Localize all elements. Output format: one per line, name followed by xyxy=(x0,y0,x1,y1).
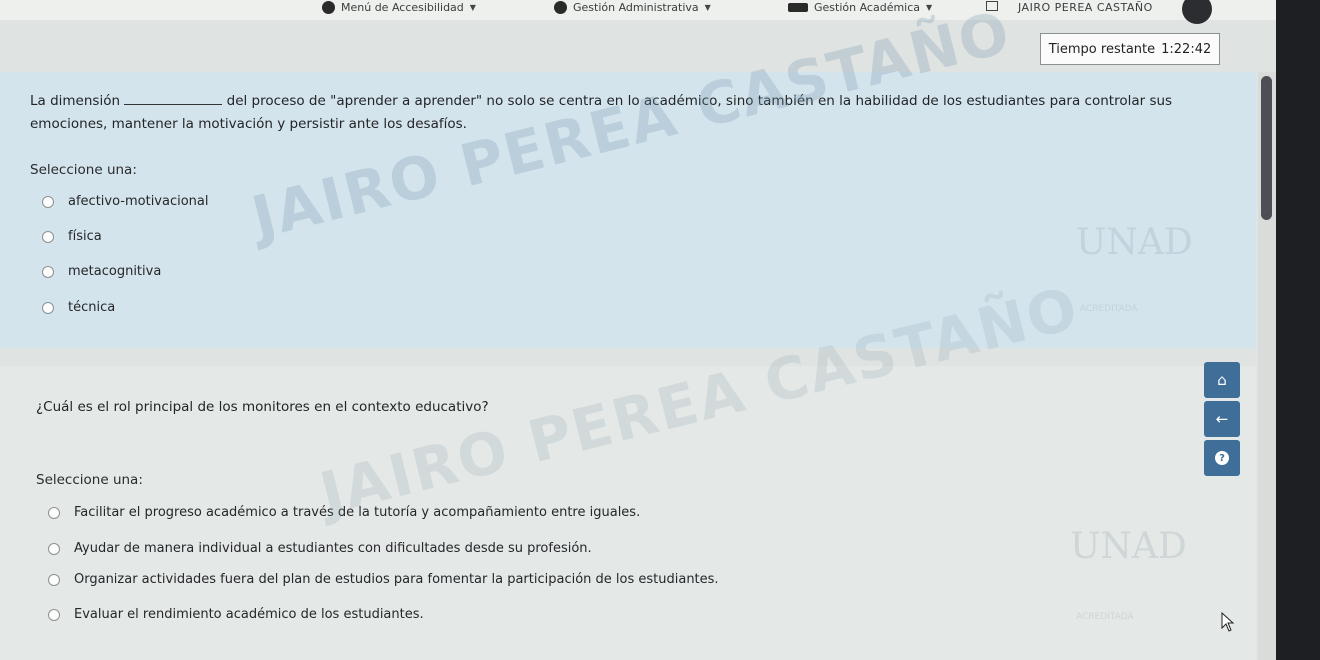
question-2-option-4[interactable]: Evaluar el rendimiento académico de los … xyxy=(48,607,424,622)
unad-logo-watermark: UNAD xyxy=(1076,222,1193,263)
academic-menu-label: Gestión Académica xyxy=(814,1,921,14)
option-label: metacognitiva xyxy=(68,264,162,279)
option-label: Evaluar el rendimiento académico de los … xyxy=(74,607,424,622)
question-1-option-3[interactable]: metacognitiva xyxy=(42,264,161,279)
graduation-icon xyxy=(788,3,808,12)
home-icon: ⌂ xyxy=(1217,371,1227,389)
admin-menu[interactable]: Gestión Administrativa ▼ xyxy=(554,1,711,14)
back-button[interactable]: ← xyxy=(1204,401,1240,437)
chevron-down-icon: ▼ xyxy=(926,3,933,12)
home-button[interactable]: ⌂ xyxy=(1204,362,1240,398)
option-label: técnica xyxy=(68,300,116,315)
user-name: JAIRO PEREA CASTAÑO xyxy=(1018,1,1153,14)
question-1-text-line2: emociones, mantener la motivación y pers… xyxy=(30,116,467,132)
chevron-down-icon: ▼ xyxy=(704,3,711,12)
user-menu[interactable]: JAIRO PEREA CASTAÑO xyxy=(1018,1,1153,14)
help-icon: ? xyxy=(1215,451,1229,465)
logo-subtitle-watermark: ACREDITADA xyxy=(1076,612,1134,622)
option-label: Facilitar el progreso académico a través… xyxy=(74,505,641,520)
question-1-text-after: del proceso de "aprender a aprender" no … xyxy=(226,93,1173,109)
option-label: Ayudar de manera individual a estudiante… xyxy=(74,541,592,556)
radio-button[interactable] xyxy=(48,542,60,555)
radio-button[interactable] xyxy=(48,573,60,586)
help-button[interactable]: ? xyxy=(1204,440,1240,476)
radio-button[interactable] xyxy=(42,265,54,278)
question-1-text-before: La dimensión xyxy=(30,93,121,109)
question-1-option-2[interactable]: física xyxy=(42,229,102,244)
academic-menu[interactable]: Gestión Académica ▼ xyxy=(788,1,932,14)
timer-value: 1:22:42 xyxy=(1161,41,1212,57)
logo-subtitle-watermark: ACREDITADA xyxy=(1080,304,1138,314)
option-label: física xyxy=(68,229,102,244)
radio-button[interactable] xyxy=(42,230,54,243)
question-1-card: La dimensión del proceso de "aprender a … xyxy=(0,0,1256,348)
question-1-text: La dimensión del proceso de "aprender a … xyxy=(30,90,1240,136)
radio-button[interactable] xyxy=(42,301,54,314)
radio-button[interactable] xyxy=(48,608,60,621)
question-2-option-1[interactable]: Facilitar el progreso académico a través… xyxy=(48,505,640,520)
screen-bezel xyxy=(1276,0,1320,660)
question-2-text: ¿Cuál es el rol principal de los monitor… xyxy=(36,399,489,415)
accessibility-icon xyxy=(322,1,335,14)
messages-link[interactable] xyxy=(986,1,998,11)
question-1-option-1[interactable]: afectivo-motivacional xyxy=(42,194,209,209)
answer-blank xyxy=(124,91,223,105)
option-label: Organizar actividades fuera del plan de … xyxy=(74,572,719,587)
mail-icon xyxy=(986,1,998,11)
question-1-option-4[interactable]: técnica xyxy=(42,300,115,315)
question-2-option-3[interactable]: Organizar actividades fuera del plan de … xyxy=(48,572,719,587)
admin-menu-label: Gestión Administrativa xyxy=(573,1,699,14)
question-2-select-label: Seleccione una: xyxy=(36,472,143,488)
top-navbar: Menú de Accesibilidad ▼ Gestión Administ… xyxy=(0,0,1320,20)
accessibility-menu-label: Menú de Accesibilidad xyxy=(341,1,464,14)
accessibility-menu[interactable]: Menú de Accesibilidad ▼ xyxy=(322,1,476,14)
timer-label: Tiempo restante xyxy=(1048,41,1156,57)
arrow-left-icon: ← xyxy=(1215,410,1229,428)
chevron-down-icon: ▼ xyxy=(469,3,476,12)
radio-button[interactable] xyxy=(42,195,54,208)
question-2-option-2[interactable]: Ayudar de manera individual a estudiante… xyxy=(48,541,592,556)
unad-logo-watermark: UNAD xyxy=(1070,526,1187,567)
scrollbar-thumb[interactable] xyxy=(1261,76,1272,220)
question-1-select-label: Seleccione una: xyxy=(30,162,137,178)
radio-button[interactable] xyxy=(48,506,60,519)
info-icon xyxy=(554,1,567,14)
question-2-card: ¿Cuál es el rol principal de los monitor… xyxy=(0,274,1256,660)
option-label: afectivo-motivacional xyxy=(68,194,209,209)
avatar[interactable] xyxy=(1182,0,1212,24)
mouse-pointer-icon xyxy=(1221,612,1235,632)
timer-box: Tiempo restante 1:22:42 xyxy=(1040,33,1220,65)
